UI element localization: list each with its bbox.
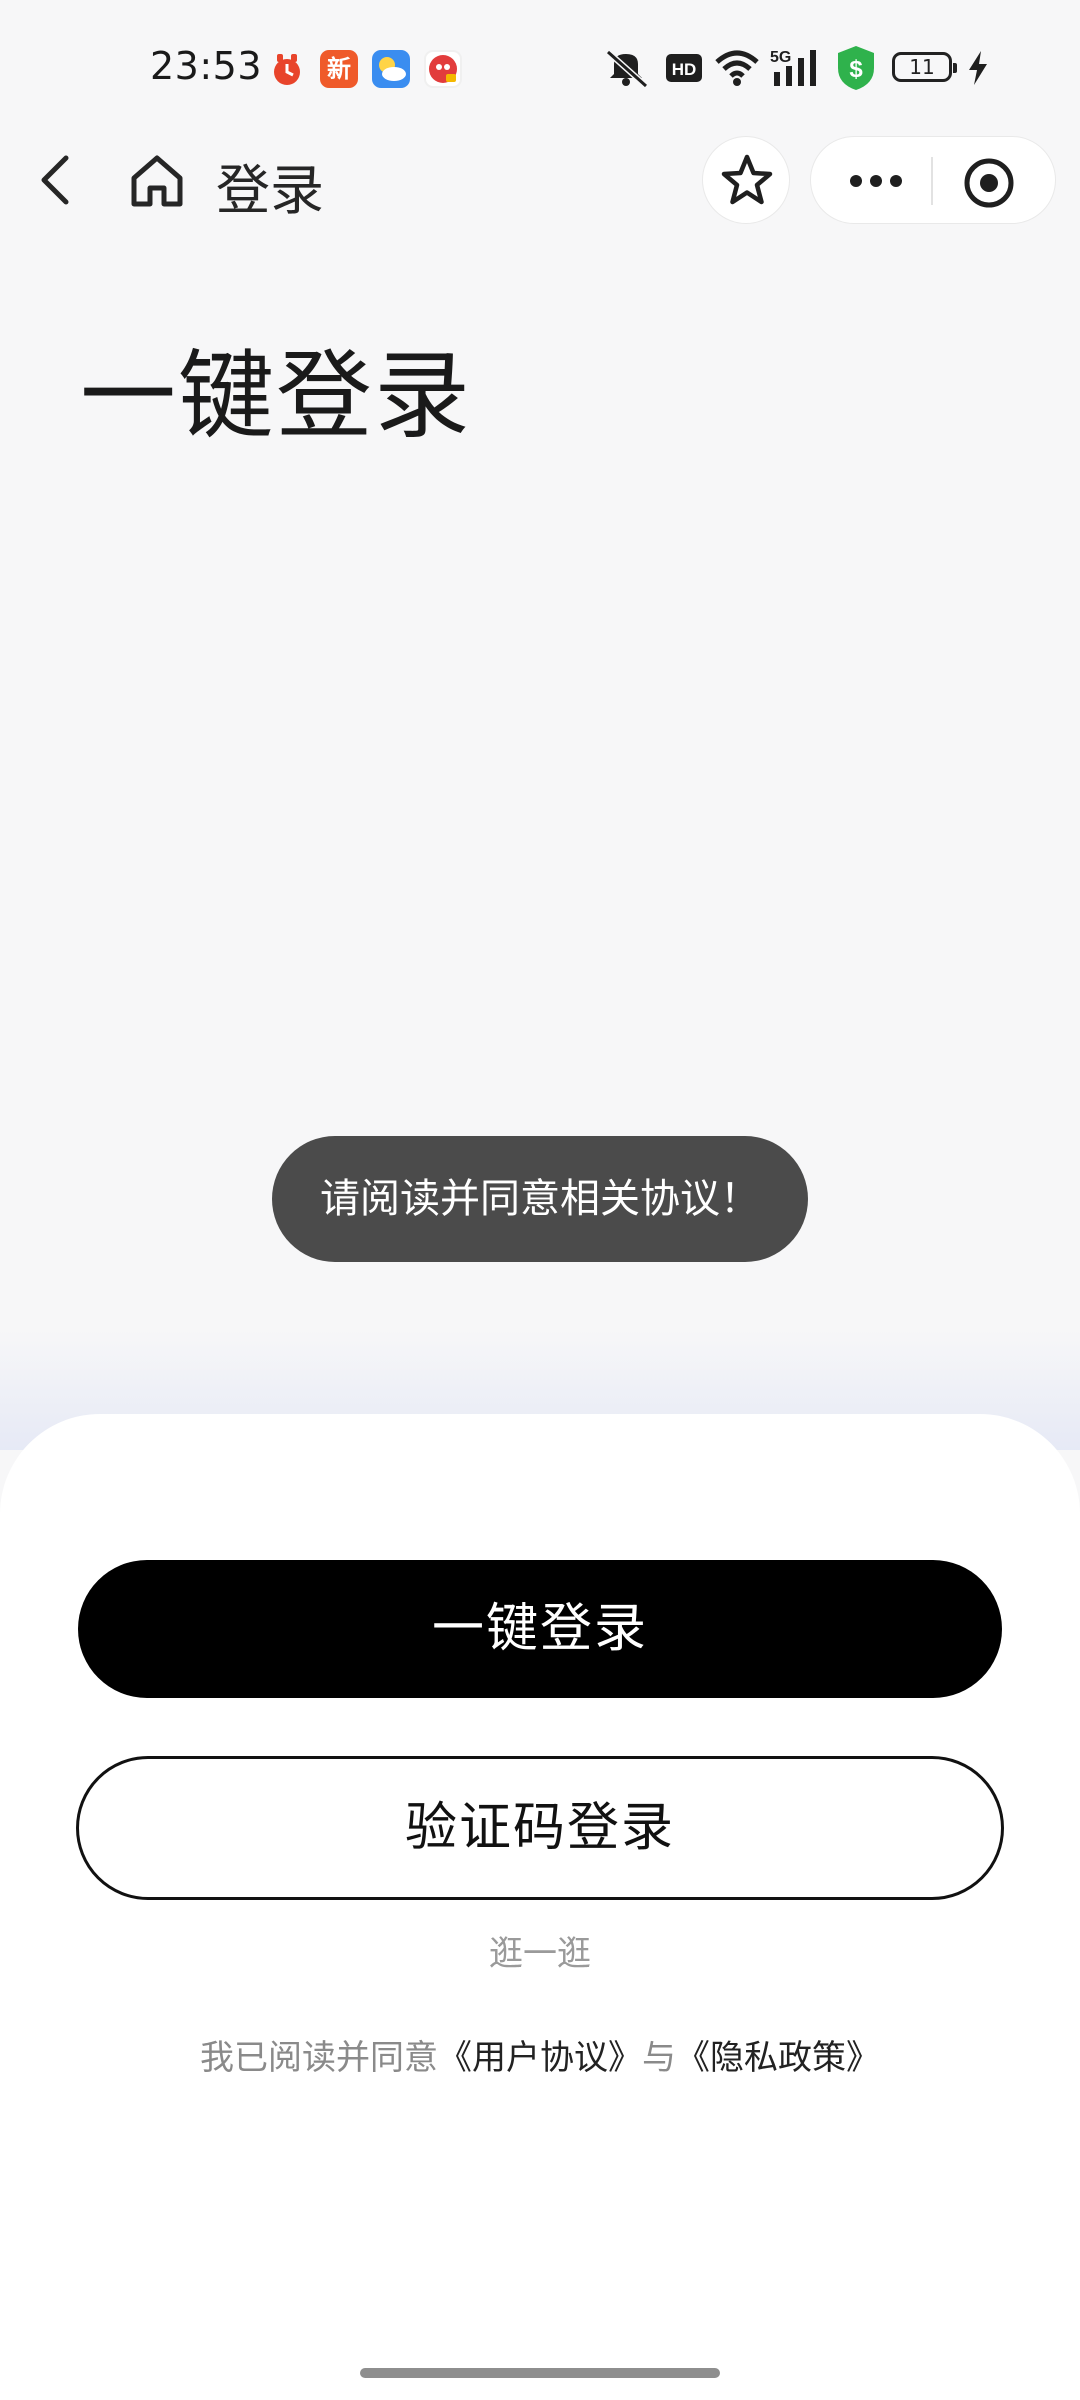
news-app-icon: 新 [320,50,358,88]
wifi-icon [714,48,760,92]
hd-icon: HD [666,54,702,86]
browse-link[interactable]: 逛一逛 [440,1926,640,1975]
charging-icon [966,50,990,90]
page-title: 登录 [216,159,324,222]
favorite-button[interactable] [702,136,790,224]
capsule-divider [931,157,933,205]
svg-text:HD: HD [672,60,697,79]
agreement-connector: 与 [642,2038,676,2078]
back-button[interactable] [28,150,88,210]
5g-signal-icon: 5G [770,46,822,92]
close-miniprogram-button[interactable] [961,155,1017,211]
more-button[interactable] [841,155,911,207]
home-button[interactable] [126,150,188,212]
capsule-menu [810,136,1056,224]
security-shield-icon: $ [834,44,878,96]
privacy-policy-link[interactable]: 《隐私政策》 [676,2038,880,2078]
battery-icon: 11 [892,52,957,82]
mute-icon [604,48,650,92]
weather-app-icon [372,50,410,88]
home-icon [131,155,183,207]
status-time: 23:53 [150,44,263,88]
login-headline: 一键登录 [80,340,472,452]
user-agreement-link[interactable]: 《用户协议》 [438,2038,642,2078]
agreement-prefix: 我已阅读并同意 [200,2038,438,2078]
svg-text:$: $ [849,56,863,83]
sms-code-login-button[interactable]: 验证码登录 [76,1756,1004,1900]
one-click-login-button[interactable]: 一键登录 [78,1560,1002,1698]
game-app-icon [424,50,462,88]
status-bar: 23:53 新 HD 5G $ 11 [0,0,1080,136]
more-dots-icon [850,175,902,187]
star-icon [721,154,773,205]
navigation-bar: 登录 [0,136,1080,224]
svg-text:5G: 5G [770,49,791,66]
back-chevron-icon [41,155,69,205]
agreement-text: 我已阅读并同意《用户协议》与《隐私政策》 [0,2030,1080,2079]
target-icon [964,158,1014,208]
toast-message: 请阅读并同意相关协议！ [272,1136,808,1262]
alarm-clock-icon [268,50,306,88]
home-indicator[interactable] [360,2368,720,2378]
